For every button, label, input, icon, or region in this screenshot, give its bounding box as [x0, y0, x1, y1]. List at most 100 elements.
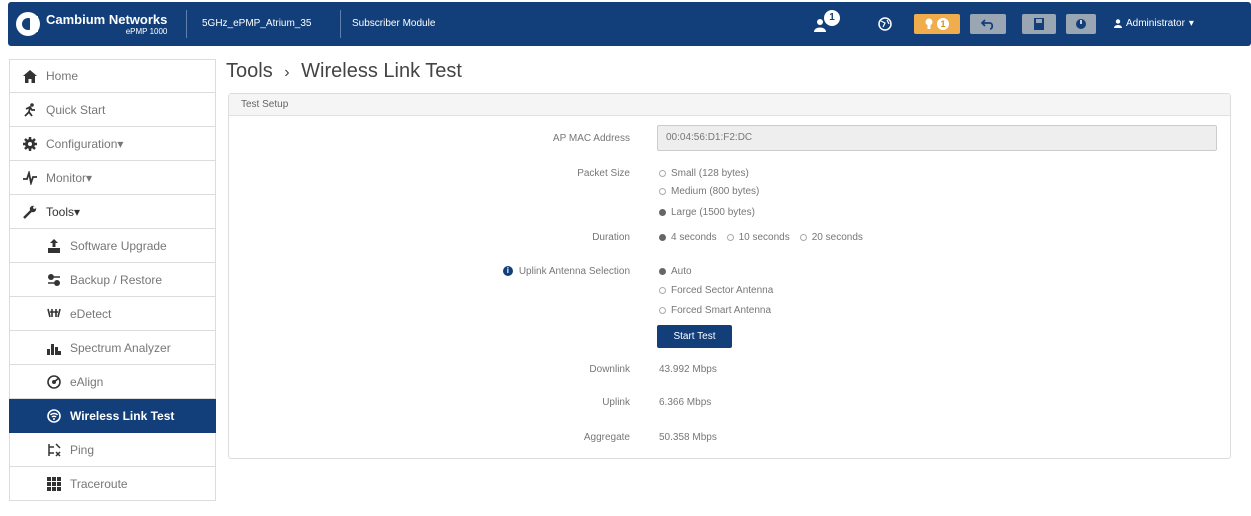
radio-dot [659, 188, 666, 195]
antenna-label: i Uplink Antenna Selection [502, 266, 630, 277]
traceroute-icon [46, 476, 62, 492]
radio-label: Forced Sector Antenna [671, 285, 774, 296]
ap-mac-field[interactable]: 00:04:56:D1:F2:DC [657, 125, 1217, 151]
warnings-button[interactable]: 1 [914, 14, 960, 34]
sidebar-item-wireless-link-test[interactable]: Wireless Link Test [9, 399, 216, 433]
top-bar: Cambium Networks ePMP 1000 5GHz_ePMP_Atr… [0, 0, 1251, 48]
user-menu[interactable]: Administrator ▾ [1114, 18, 1194, 29]
aggregate-value: 50.358 Mbps [659, 432, 717, 443]
header-divider [340, 10, 341, 38]
header-divider [186, 10, 187, 38]
packet-size-medium-radio[interactable]: Medium (800 bytes) [659, 186, 759, 197]
home-icon [22, 68, 38, 84]
duration-label: Duration [592, 232, 630, 243]
gear-icon [22, 136, 38, 152]
run-icon [22, 102, 38, 118]
antenna-sector-radio[interactable]: Forced Sector Antenna [659, 285, 773, 296]
caret-down-icon: ▾ [1188, 18, 1194, 29]
warnings-count-badge: 1 [937, 18, 949, 30]
sidebar-item-tools[interactable]: Tools ▾ [9, 195, 216, 229]
radio-label: Large (1500 bytes) [671, 207, 755, 218]
radio-dot-selected [659, 268, 666, 275]
radio-label: Auto [671, 266, 692, 277]
antenna-smart-radio[interactable]: Forced Smart Antenna [659, 305, 771, 316]
sidebar-item-label: Quick Start [46, 102, 106, 117]
radio-label: Forced Smart Antenna [671, 305, 772, 316]
brand-name: Cambium Networks [46, 11, 168, 27]
packet-size-large-radio[interactable]: Large (1500 bytes) [659, 207, 755, 218]
caret-down-icon: ▾ [117, 136, 124, 151]
sidebar-item-label: Spectrum Analyzer [70, 340, 171, 355]
aggregate-label: Aggregate [583, 432, 630, 443]
undo-button[interactable] [970, 14, 1006, 34]
backup-icon [46, 272, 62, 288]
save-button[interactable] [1022, 14, 1056, 34]
user-icon [1114, 19, 1122, 28]
info-icon[interactable]: i [502, 266, 513, 277]
sidebar-item-label: Software Upgrade [70, 238, 167, 253]
radio-dot [659, 287, 666, 294]
radio-label: 4 seconds [671, 232, 717, 243]
alerts-button[interactable]: 1 [812, 10, 842, 40]
sidebar-item-ping[interactable]: Ping [9, 433, 216, 467]
top-bar-inner: Cambium Networks ePMP 1000 5GHz_ePMP_Atr… [8, 2, 1251, 46]
alerts-count-badge: 1 [824, 10, 840, 26]
sidebar-item-edetect[interactable]: eDetect [9, 297, 216, 331]
packet-size-label: Packet Size [577, 168, 630, 179]
ap-mac-label: AP MAC Address [552, 133, 630, 144]
duration-4s-radio[interactable]: 4 seconds [659, 232, 717, 243]
ealign-icon [46, 374, 62, 390]
caret-down-icon: ▾ [86, 170, 93, 185]
sidebar-item-label: Configuration [46, 136, 118, 151]
sidebar-item-label: Traceroute [70, 476, 128, 491]
duration-20s-radio[interactable]: 20 seconds [799, 232, 863, 243]
page-title: Tools › Wireless Link Test [226, 60, 462, 83]
ping-icon [46, 442, 62, 458]
radio-label: 20 seconds [811, 232, 863, 243]
sidebar-item-backup-restore[interactable]: Backup / Restore [9, 263, 216, 297]
downlink-value: 43.992 Mbps [659, 364, 717, 375]
globe-icon[interactable] [878, 17, 892, 31]
antenna-label-text: Uplink Antenna Selection [518, 266, 630, 277]
sidebar-item-configuration[interactable]: Configuration ▾ [9, 127, 216, 161]
breadcrumb-separator: › [284, 64, 290, 81]
uplink-label: Uplink [602, 397, 630, 408]
sidebar-item-label: eDetect [70, 306, 112, 321]
sidebar-item-home[interactable]: Home [9, 59, 216, 93]
lightbulb-icon [925, 18, 933, 29]
radio-dot-selected [659, 234, 666, 241]
sidebar-item-label: Monitor [46, 170, 87, 185]
spectrum-icon [46, 340, 62, 356]
radio-dot-selected [659, 209, 666, 216]
sidebar-item-label: Tools [46, 204, 75, 219]
cambium-logo-icon [16, 12, 40, 36]
sidebar-item-traceroute[interactable]: Traceroute [9, 467, 216, 501]
sidebar-item-spectrum-analyzer[interactable]: Spectrum Analyzer [9, 331, 216, 365]
sidebar-item-software-upgrade[interactable]: Software Upgrade [9, 229, 216, 263]
page-title-section: Tools [226, 60, 273, 82]
pulse-icon [22, 170, 38, 186]
reboot-button[interactable] [1066, 14, 1096, 34]
sidebar-item-quick-start[interactable]: Quick Start [9, 93, 216, 127]
sidebar-item-ealign[interactable]: eAlign [9, 365, 216, 399]
duration-10s-radio[interactable]: 10 seconds [726, 232, 790, 243]
radio-dot [659, 307, 666, 314]
sidebar-item-label: Home [46, 69, 79, 83]
start-test-button[interactable]: Start Test [657, 325, 732, 348]
sidebar-item-label: Wireless Link Test [70, 408, 175, 423]
wireless-icon [46, 408, 62, 424]
packet-size-small-radio[interactable]: Small (128 bytes) [659, 168, 749, 179]
user-name: Administrator [1126, 18, 1185, 29]
antenna-auto-radio[interactable]: Auto [659, 266, 692, 277]
page-title-page: Wireless Link Test [301, 60, 462, 82]
radio-dot [726, 234, 734, 241]
power-icon [1076, 19, 1086, 29]
sidebar-item-label: eAlign [70, 374, 104, 389]
brand[interactable]: Cambium Networks ePMP 1000 [16, 8, 167, 40]
sidebar-item-label: Ping [70, 442, 95, 457]
radio-dot [659, 170, 666, 177]
duration-radio-group: 4 seconds 10 seconds 20 seconds [659, 232, 863, 243]
device-role: Subscriber Module [352, 18, 436, 29]
sidebar-item-monitor[interactable]: Monitor ▾ [9, 161, 216, 195]
radio-label: Medium (800 bytes) [671, 186, 760, 197]
